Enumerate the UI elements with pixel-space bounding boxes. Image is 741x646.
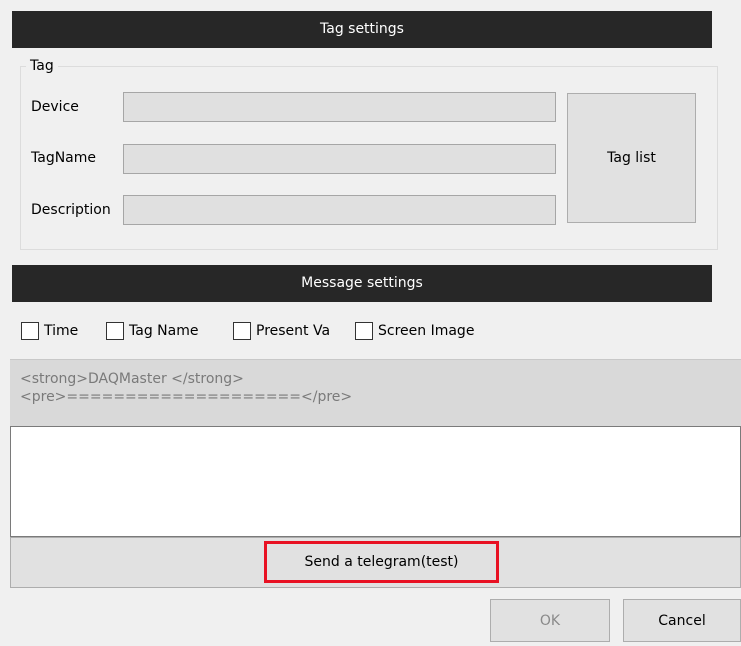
device-field[interactable] <box>123 92 556 122</box>
tagname-field[interactable] <box>123 144 556 174</box>
checkbox-box[interactable] <box>355 322 373 340</box>
checkbox-screen-image[interactable]: Screen Image <box>355 320 474 342</box>
tag-group-label: Tag <box>26 58 58 74</box>
message-settings-header: Message settings <box>12 265 712 302</box>
description-field[interactable] <box>123 195 556 225</box>
device-label: Device <box>31 99 79 115</box>
checkbox-box[interactable] <box>21 322 39 340</box>
tag-settings-header: Tag settings <box>12 11 712 48</box>
tagname-label: TagName <box>31 150 97 166</box>
tag-list-button[interactable]: Tag list <box>567 93 696 223</box>
message-template-preview: <strong>DAQMaster </strong> <pre>=======… <box>10 359 741 426</box>
checkbox-present-value[interactable]: Present Va <box>233 320 330 342</box>
checkbox-label: Time <box>44 323 79 339</box>
description-label: Description <box>31 202 111 218</box>
message-input[interactable] <box>10 426 741 537</box>
checkbox-box[interactable] <box>233 322 251 340</box>
checkbox-tag-name[interactable]: Tag Name <box>106 320 198 342</box>
checkbox-label: Tag Name <box>129 323 199 339</box>
ok-button[interactable]: OK <box>490 599 610 642</box>
cancel-button[interactable]: Cancel <box>623 599 741 642</box>
checkbox-label: Screen Image <box>378 323 475 339</box>
checkbox-time[interactable]: Time <box>21 320 78 342</box>
checkbox-label: Present Va <box>256 323 331 339</box>
send-telegram-button[interactable]: Send a telegram(test) <box>264 541 499 583</box>
checkbox-box[interactable] <box>106 322 124 340</box>
